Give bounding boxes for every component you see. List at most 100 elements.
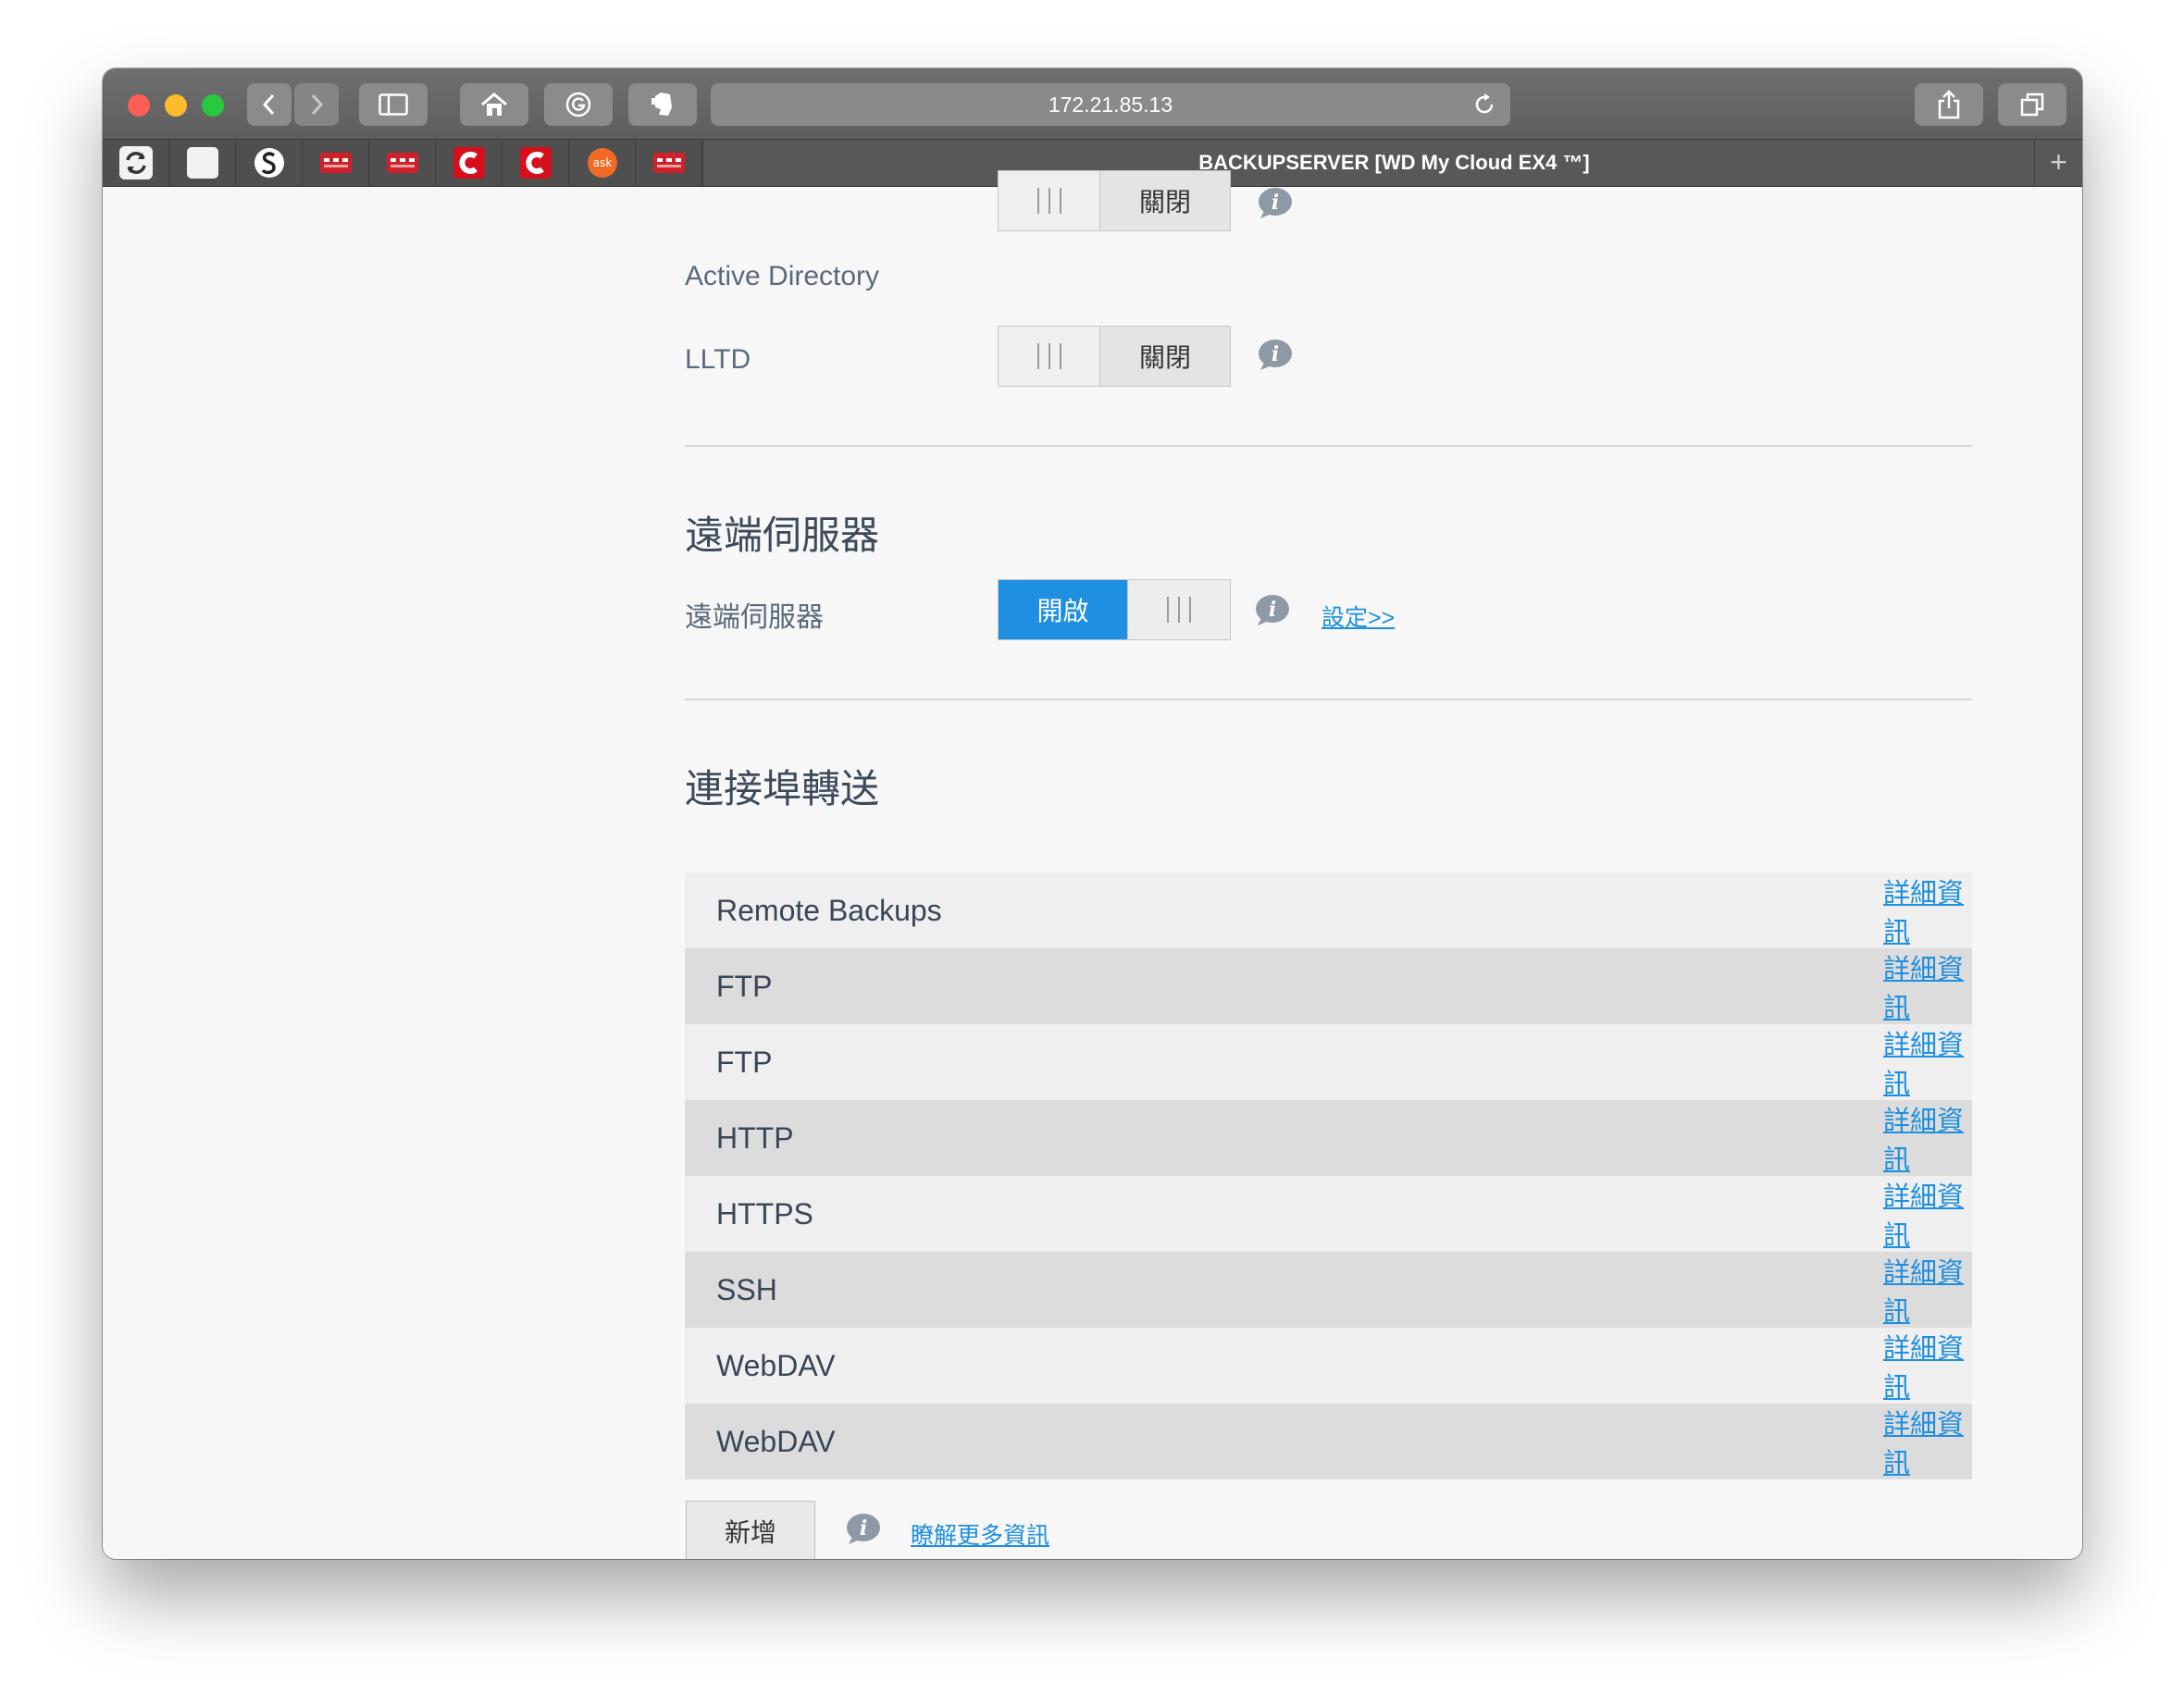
remote-server-toggle[interactable]: 開啟: [998, 579, 1231, 640]
back-button[interactable]: [247, 83, 292, 126]
reload-icon[interactable]: [1471, 92, 1497, 118]
active-directory-toggle[interactable]: 關閉: [998, 170, 1231, 231]
svg-text:i: i: [1272, 342, 1279, 366]
table-row: SSH 詳細資訊: [685, 1252, 1972, 1328]
grammarly-button[interactable]: [544, 83, 613, 126]
grammarly-icon: [565, 92, 591, 118]
close-window-button[interactable]: [128, 94, 150, 117]
favorite-lastpass-1[interactable]: [303, 140, 369, 186]
favorites-bar: ask: [103, 140, 702, 186]
minimize-window-button[interactable]: [165, 94, 187, 117]
lltd-toggle[interactable]: 關閉: [998, 326, 1231, 387]
learn-more-link[interactable]: 瞭解更多資訊: [911, 1517, 1049, 1551]
evernote-icon: [651, 93, 672, 116]
toggle-grip: [999, 327, 1100, 386]
favorite-lastpass-3[interactable]: [636, 140, 702, 186]
service-name: WebDAV: [716, 1348, 836, 1382]
new-tab-button[interactable]: +: [2034, 140, 2082, 186]
table-row: Remote Backups 詳細資訊: [685, 872, 1972, 948]
info-icon[interactable]: i: [1257, 187, 1294, 220]
forward-button[interactable]: [294, 83, 339, 126]
favorite-c-2[interactable]: [503, 140, 569, 186]
blank-page-icon: [186, 147, 218, 179]
svg-text:i: i: [1272, 191, 1279, 215]
chevron-left-icon: [262, 93, 275, 116]
toggle-grip: [1128, 580, 1230, 639]
url-text: 172.21.85.13: [1048, 93, 1173, 117]
c-red-icon: [519, 147, 552, 179]
details-link[interactable]: 詳細資訊: [1883, 1099, 1972, 1177]
table-row: WebDAV 詳細資訊: [685, 1328, 1972, 1404]
service-name: FTP: [716, 1045, 773, 1079]
chevron-right-icon: [311, 93, 324, 116]
section-divider: [685, 445, 1972, 447]
section-divider: [685, 699, 1972, 700]
port-forwarding-table: Remote Backups 詳細資訊 FTP 詳細資訊 FTP 詳細資訊 HT…: [685, 872, 1972, 1479]
info-icon[interactable]: i: [845, 1513, 882, 1546]
service-name: HTTP: [716, 1120, 794, 1155]
active-directory-label: Active Directory: [685, 261, 880, 291]
plus-icon: +: [2050, 145, 2067, 179]
info-icon[interactable]: i: [1257, 339, 1294, 372]
home-icon: [481, 93, 507, 116]
tabs-overview-button[interactable]: [1998, 83, 2066, 126]
service-name: FTP: [716, 969, 773, 1003]
toggle-grip: [999, 171, 1100, 230]
share-icon: [1938, 90, 1960, 119]
details-link[interactable]: 詳細資訊: [1883, 872, 1972, 949]
service-name: HTTPS: [716, 1196, 813, 1231]
favorite-scribd[interactable]: [236, 140, 303, 186]
table-row: WebDAV 詳細資訊: [685, 1404, 1972, 1479]
sync-icon: [118, 146, 153, 179]
favorite-lastpass-2[interactable]: [369, 140, 436, 186]
share-button[interactable]: [1915, 83, 1983, 126]
page-content: Active Directory 關閉 i LLTD 關閉 i 遠端伺服器 遠端…: [103, 170, 2082, 1559]
evernote-button[interactable]: [628, 83, 697, 126]
info-icon[interactable]: i: [1254, 594, 1291, 627]
details-link[interactable]: 詳細資訊: [1883, 1023, 1972, 1101]
table-row: FTP 詳細資訊: [685, 1024, 1972, 1100]
remote-server-title: 遠端伺服器: [685, 513, 880, 557]
ask-label: ask: [592, 156, 612, 169]
scribd-icon: [254, 148, 284, 178]
add-button[interactable]: 新增: [686, 1501, 815, 1559]
port-forwarding-title: 連接埠轉送: [685, 767, 880, 810]
details-link[interactable]: 詳細資訊: [1883, 947, 1972, 1025]
address-bar[interactable]: 172.21.85.13: [711, 83, 1510, 126]
sidebar-button[interactable]: [359, 83, 428, 126]
ask-icon: ask: [587, 148, 617, 178]
details-link[interactable]: 詳細資訊: [1883, 1327, 1972, 1404]
lastpass-red-icon: [386, 153, 418, 173]
table-row: FTP 詳細資訊: [685, 948, 1972, 1024]
browser-window: 172.21.85.13 ask BACKUPSERVER [WD My Clo…: [103, 68, 2082, 1559]
favorite-ask[interactable]: ask: [569, 140, 636, 186]
remote-server-label: 遠端伺服器: [685, 602, 824, 633]
lastpass-red-icon: [319, 153, 352, 173]
c-red-icon: [453, 147, 485, 179]
home-button[interactable]: [460, 83, 528, 126]
service-name: SSH: [716, 1272, 777, 1306]
tabs-icon: [2020, 93, 2044, 117]
favorite-c-1[interactable]: [436, 140, 503, 186]
toggle-state: 開啟: [999, 580, 1128, 639]
table-row: HTTPS 詳細資訊: [685, 1176, 1972, 1252]
service-name: Remote Backups: [716, 893, 942, 927]
table-row: HTTP 詳細資訊: [685, 1100, 1972, 1176]
svg-text:i: i: [1269, 598, 1276, 622]
lastpass-red-icon: [652, 153, 685, 173]
details-link[interactable]: 詳細資訊: [1883, 1403, 1972, 1480]
details-link[interactable]: 詳細資訊: [1883, 1251, 1972, 1329]
tab-title-text: BACKUPSERVER [WD My Cloud EX4 ™]: [1198, 151, 1590, 174]
details-link[interactable]: 詳細資訊: [1883, 1175, 1972, 1253]
toggle-state: 關閉: [1100, 171, 1230, 230]
active-tab[interactable]: BACKUPSERVER [WD My Cloud EX4 ™]: [702, 140, 2082, 186]
title-bar: 172.21.85.13: [103, 68, 2082, 139]
remote-server-settings-link[interactable]: 設定>>: [1322, 600, 1395, 633]
lltd-label: LLTD: [685, 344, 751, 375]
toggle-state: 關閉: [1100, 327, 1230, 386]
zoom-window-button[interactable]: [202, 94, 224, 117]
favorite-blank[interactable]: [169, 140, 236, 186]
favorite-sync[interactable]: [103, 140, 169, 186]
sidebar-icon: [378, 93, 408, 116]
service-name: WebDAV: [716, 1424, 836, 1458]
